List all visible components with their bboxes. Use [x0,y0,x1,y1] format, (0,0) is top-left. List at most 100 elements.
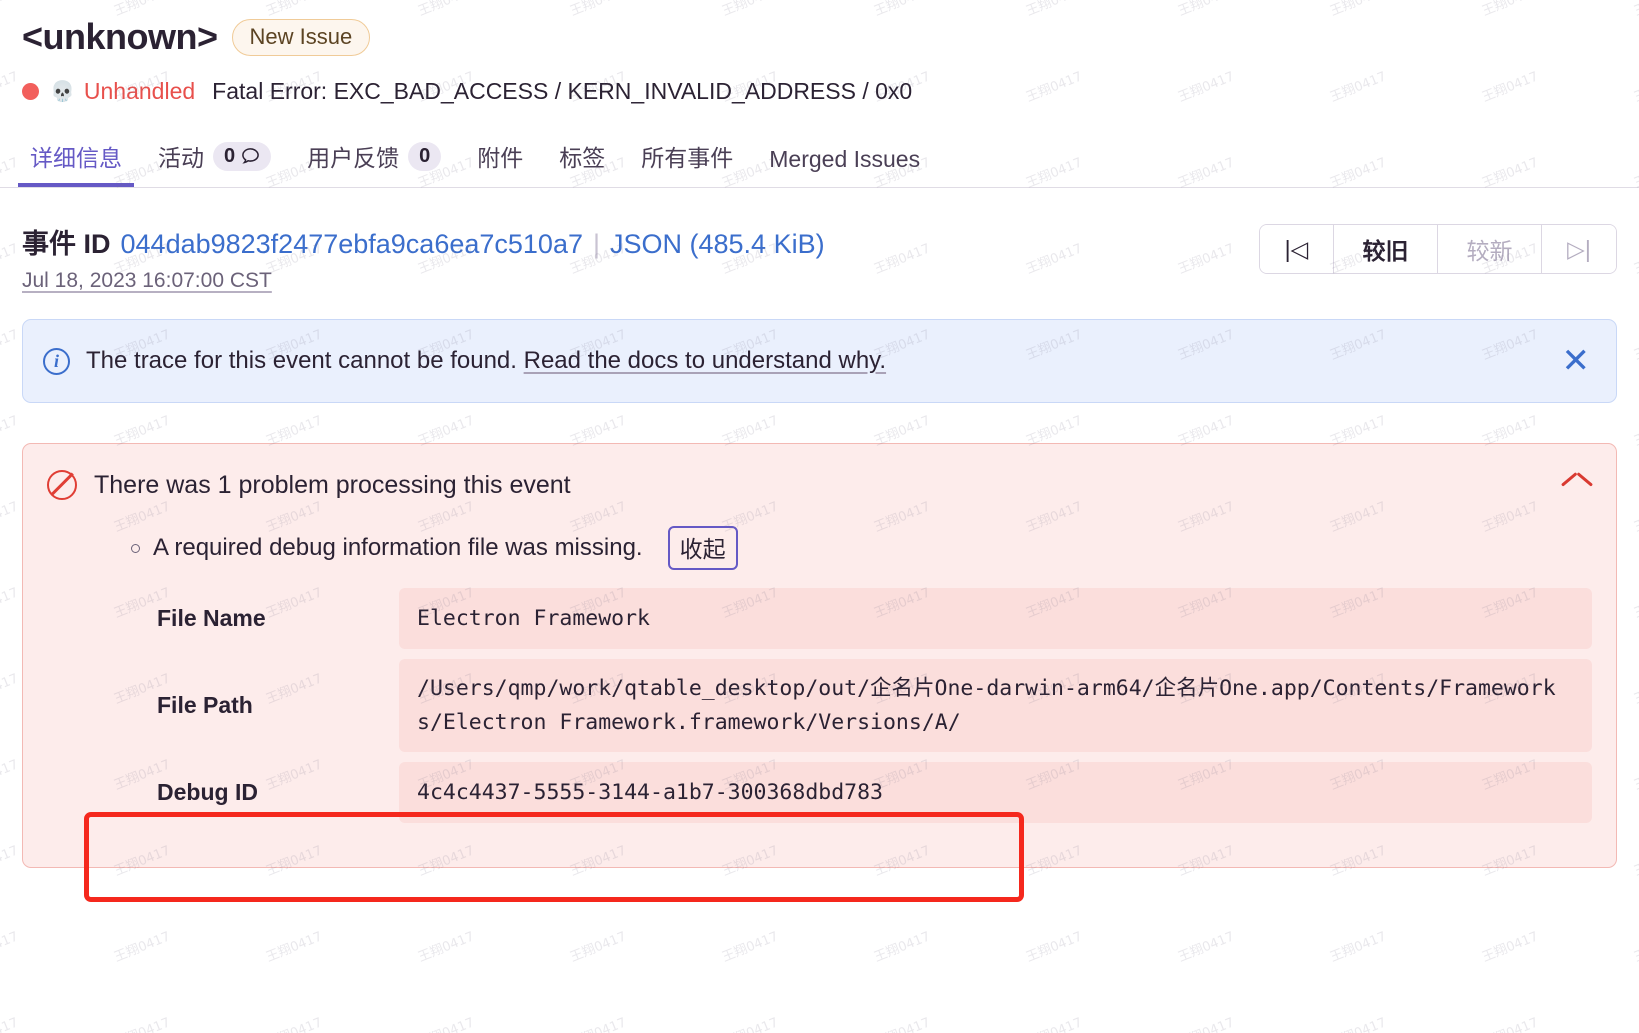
info-circle-icon: i [43,347,70,375]
table-row: Debug ID 4c4c4437-5555-3144-a1b7-300368d… [47,761,1592,824]
event-id-label: 事件 ID [22,229,111,259]
watermark-text: 王翔0417 [263,1012,324,1033]
tab-activity[interactable]: 活动 0 [146,139,283,187]
ban-circle-icon [47,470,77,500]
tab-label: Merged Issues [769,146,921,172]
watermark-text: 王翔0417 [1632,585,1639,622]
activity-count-badge: 0 [213,141,272,171]
issue-header: <unknown> New Issue 💀 Unhandled Fatal Er… [0,0,1639,105]
table-row: File Name Electron Framework [47,588,1592,650]
watermark-text: 王翔0417 [1023,1012,1084,1033]
watermark-text: 王翔0417 [1175,1012,1236,1033]
row-key: File Name [157,605,266,632]
info-banner-text: The trace for this event cannot be found… [86,347,886,375]
watermark-text: 王翔0417 [1632,757,1639,794]
chevron-up-icon[interactable] [1562,476,1592,494]
watermark-text: 王翔0417 [1632,929,1639,966]
watermark-text: 王翔0417 [0,671,21,708]
watermark-text: 王翔0417 [720,929,781,966]
watermark-text: 王翔0417 [871,1012,932,1033]
event-id-value[interactable]: 044dab9823f2477ebfa9ca6ea7c510a7 [121,229,583,260]
watermark-text: 王翔0417 [719,1012,780,1033]
event-navigation-group: |◁ 较旧 较新 ▷| [1259,224,1617,274]
tab-user-feedback[interactable]: 用户反馈 0 [295,139,453,187]
collapse-button[interactable]: 收起 [667,526,738,570]
watermark-text: 王翔0417 [1632,843,1639,880]
row-key: Debug ID [157,779,258,806]
read-docs-link[interactable]: Read the docs to understand why. [524,347,886,374]
activity-count: 0 [224,144,236,167]
bullet-icon [131,543,140,553]
event-meta-left: 事件 ID 044dab9823f2477ebfa9ca6ea7c510a7 |… [22,222,825,293]
info-banner-message: The trace for this event cannot be found… [86,347,524,374]
watermark-text: 王翔0417 [0,843,21,880]
newest-event-button[interactable]: ▷| [1542,225,1616,273]
watermark-text: 王翔0417 [872,929,933,966]
watermark-text: 王翔0417 [1632,413,1639,450]
watermark-text: 王翔0417 [0,757,21,794]
trace-info-banner: i The trace for this event cannot be fou… [22,319,1617,403]
event-meta-bar: 事件 ID 044dab9823f2477ebfa9ca6ea7c510a7 |… [0,188,1639,293]
watermark-text: 王翔0417 [567,1012,628,1033]
oldest-event-button[interactable]: |◁ [1260,225,1334,273]
processing-error-panel: There was 1 problem processing this even… [22,443,1617,869]
watermark-text: 王翔0417 [0,413,21,450]
watermark-text: 王翔0417 [1176,929,1237,966]
older-event-button[interactable]: 较旧 [1334,225,1438,273]
processing-error-item: A required debug information file was mi… [131,526,1592,570]
user-feedback-count-badge: 0 [408,141,442,171]
watermark-text: 王翔0417 [1480,929,1541,966]
tab-tags[interactable]: 标签 [547,139,617,187]
event-id-line: 事件 ID 044dab9823f2477ebfa9ca6ea7c510a7 |… [22,222,825,261]
issue-subtitle: 💀 Unhandled Fatal Error: EXC_BAD_ACCESS … [22,78,1617,105]
watermark-text: 王翔0417 [264,929,325,966]
table-row: File Path /Users/qmp/work/qtable_desktop… [47,659,1592,752]
watermark-text: 王翔0417 [0,327,21,364]
tab-label: 所有事件 [641,145,734,171]
watermark-text: 王翔0417 [112,929,173,966]
watermark-text: 王翔0417 [111,1012,172,1033]
watermark-text: 王翔0417 [0,929,21,966]
title-row: <unknown> New Issue [22,16,1617,58]
watermark-text: 王翔0417 [0,1012,21,1033]
watermark-text: 王翔0417 [0,499,21,536]
status-dot-icon [22,83,39,100]
newer-event-button[interactable]: 较新 [1438,225,1542,273]
row-value-debug-id: 4c4c4437-5555-3144-a1b7-300368dbd783 [399,761,1592,824]
row-value-file-path: /Users/qmp/work/qtable_desktop/out/企名片On… [399,659,1592,752]
processing-error-heading: There was 1 problem processing this even… [94,470,571,499]
issue-detail-page: <unknown> New Issue 💀 Unhandled Fatal Er… [0,0,1639,1033]
tab-merged-issues[interactable]: Merged Issues [757,146,932,187]
error-detail-table: File Name Electron Framework File Path /… [47,588,1592,824]
watermark-text: 王翔0417 [1631,1012,1639,1033]
watermark-text: 王翔0417 [1632,327,1639,364]
processing-error-header: There was 1 problem processing this even… [47,470,1592,500]
watermark-text: 王翔0417 [1328,929,1389,966]
tab-label: 详细信息 [30,145,122,171]
watermark-text: 王翔0417 [416,929,477,966]
new-issue-badge: New Issue [231,18,371,56]
tab-label: 附件 [477,145,524,171]
error-type-text: Fatal Error: EXC_BAD_ACCESS / KERN_INVAL… [212,78,913,104]
handled-status-label: Unhandled [83,78,196,104]
tab-all-events[interactable]: 所有事件 [629,139,745,187]
watermark-text: 王翔0417 [1024,929,1085,966]
tab-label: 活动 [158,145,204,171]
tab-label: 用户反馈 [307,145,400,171]
close-icon[interactable]: ✕ [1558,344,1595,378]
watermark-text: 王翔0417 [568,929,629,966]
event-json-link[interactable]: JSON (485.4 KiB) [610,229,825,260]
separator: | [592,229,600,259]
skull-icon: 💀 [50,80,75,103]
watermark-text: 王翔0417 [1632,671,1639,708]
row-key: File Path [157,692,253,719]
event-timestamp[interactable]: Jul 18, 2023 16:07:00 CST [22,269,272,293]
page-title: <unknown> [22,16,218,57]
processing-error-message: A required debug information file was mi… [153,534,643,561]
tab-details[interactable]: 详细信息 [18,139,134,187]
watermark-text: 王翔0417 [1632,499,1639,536]
tab-attachments[interactable]: 附件 [465,139,535,187]
watermark-text: 王翔0417 [0,585,21,622]
watermark-text: 王翔0417 [1327,1012,1388,1033]
tab-label: 标签 [559,145,606,171]
